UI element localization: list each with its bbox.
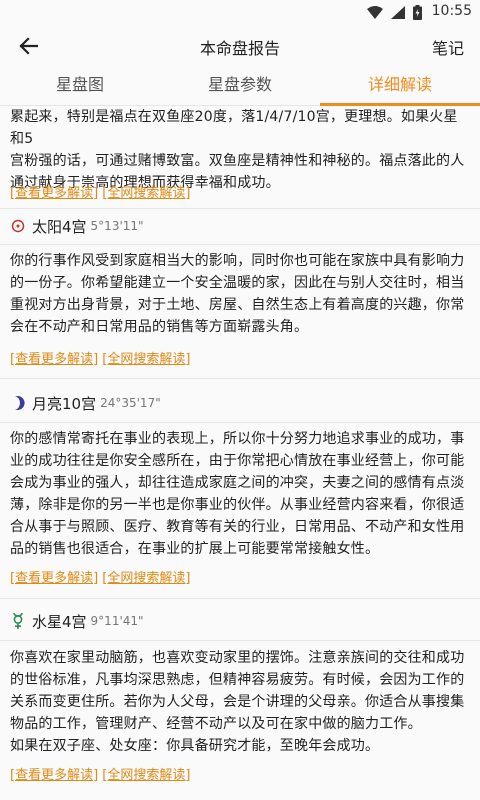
web-search-link[interactable]: [全网搜索解读] <box>102 186 190 201</box>
divider <box>0 422 480 423</box>
view-more-link[interactable]: [查看更多解读] <box>10 186 98 201</box>
section-degree: 9°11'41" <box>90 614 144 628</box>
view-more-link[interactable]: [查看更多解读] <box>10 768 98 783</box>
paragraph-line: 的世俗标准，凡事均深思熟虑，但精神容易疲劳。有时候，会因为工作的 <box>10 672 465 688</box>
sun-icon <box>10 217 26 235</box>
tab-chart[interactable]: 星盘图 <box>0 68 160 105</box>
tab-detailed-reading[interactable]: 详细解读 <box>320 68 480 106</box>
paragraph-line: 你的感情常寄托在事业的表现上，所以你十分努力地追求事业的成功，事 <box>10 431 465 447</box>
paragraph-line: 薄，除非是你的另一半也是你事业的伙伴。从事业经营内容来看，你很适 <box>10 497 465 513</box>
mercury-links: [查看更多解读] [全网搜索解读] <box>10 766 190 786</box>
wifi-icon <box>367 5 383 19</box>
paragraph-line: 会成为事业的强人，却往往造成家庭之间的冲突，夫妻之间的感情有点淡 <box>10 475 465 491</box>
section-header-sun: 太阳4宫 5°13'11" <box>10 214 144 238</box>
paragraph-line: 品的销售也很适合，在事业的扩展上可能要常常接触女性。 <box>10 541 380 557</box>
section-header-mercury: 水星4宫 9°11'41" <box>10 609 144 633</box>
section-title: 太阳4宫 <box>32 217 87 236</box>
paragraph-line: 关系而变更住所。若你为人父母，会是个讲理的父母亲。你适合从事搜集 <box>10 694 465 710</box>
divider <box>0 640 480 641</box>
status-icons <box>367 4 422 20</box>
paragraph-line: 如果在双子座、处女座：你具备研究才能，至晚年会成功。 <box>10 738 380 754</box>
paragraph-line: 业的成功往往是你安全感所在，由于你常把心情放在事业经营上，你可能 <box>10 453 465 469</box>
section-degree: 5°13'11" <box>90 219 144 233</box>
mercury-icon <box>10 612 26 630</box>
tab-parameters[interactable]: 星盘参数 <box>160 68 320 105</box>
paragraph-line: 重视对方出身背景，对于土地、房屋、自然生态上有着高度的兴趣，你常 <box>10 297 465 313</box>
notes-button[interactable]: 笔记 <box>432 35 464 59</box>
moon-links: [查看更多解读] [全网搜索解读] <box>10 569 190 589</box>
web-search-link[interactable]: [全网搜索解读] <box>102 352 190 367</box>
divider <box>0 598 480 599</box>
paragraph-line: 你喜欢在家里动脑筋，也喜欢变动家里的摆饰。注意亲族间的交往和成功 <box>10 650 465 666</box>
sun-paragraph: 你的行事作风受到家庭相当大的影响，同时你也可能在家族中具有影响力 的一份子。你希… <box>10 250 468 338</box>
intro-links: [查看更多解读] [全网搜索解读] <box>10 184 190 204</box>
web-search-link[interactable]: [全网搜索解读] <box>102 571 190 586</box>
intro-line: 累起来，特别是福点在双鱼座20度，落1/4/7/10宫，更理想。如果火星和5 <box>10 109 458 147</box>
status-time: 10:55 <box>431 3 472 19</box>
app-bar: 本命盘报告 笔记 <box>0 24 480 68</box>
section-title: 水星4宫 <box>32 612 87 631</box>
battery-icon <box>413 4 422 20</box>
divider <box>0 208 480 209</box>
moon-icon <box>10 394 26 412</box>
view-more-link[interactable]: [查看更多解读] <box>10 571 98 586</box>
view-more-link[interactable]: [查看更多解读] <box>10 352 98 367</box>
signal-icon <box>391 5 405 19</box>
paragraph-line: 你的行事作风受到家庭相当大的影响，同时你也可能在家族中具有影响力 <box>10 253 465 269</box>
section-header-moon: 月亮10宫 24°35'17" <box>10 391 161 415</box>
reading-content[interactable]: 累起来，特别是福点在双鱼座20度，落1/4/7/10宫，更理想。如果火星和5 宫… <box>0 106 480 800</box>
status-bar: 10:55 <box>0 0 480 24</box>
paragraph-line: 合从事于与照顾、医疗、教育等有关的行业，日常用品、不动产和女性用 <box>10 519 465 535</box>
divider <box>0 244 480 245</box>
paragraph-line: 会在不动产和日常用品的销售等方面崭露头角。 <box>10 319 309 335</box>
paragraph-line: 物品的工作，管理财产、经营不动产以及可在家中做的脑力工作。 <box>10 716 422 732</box>
page-title: 本命盘报告 <box>199 39 280 58</box>
intro-paragraph: 累起来，特别是福点在双鱼座20度，落1/4/7/10宫，更理想。如果火星和5 宫… <box>10 106 468 194</box>
section-title: 月亮10宫 <box>32 394 97 413</box>
mercury-paragraph: 你喜欢在家里动脑筋，也喜欢变动家里的摆饰。注意亲族间的交往和成功 的世俗标准，凡… <box>10 647 468 757</box>
moon-paragraph: 你的感情常寄托在事业的表现上，所以你十分努力地追求事业的成功，事 业的成功往往是… <box>10 428 468 560</box>
web-search-link[interactable]: [全网搜索解读] <box>102 768 190 783</box>
paragraph-line: 的一份子。你希望能建立一个安全温暖的家，因此在与别人交往时，相当 <box>10 275 465 291</box>
divider <box>0 378 480 379</box>
section-degree: 24°35'17" <box>100 396 161 410</box>
sun-links: [查看更多解读] [全网搜索解读] <box>10 350 190 370</box>
tab-bar: 星盘图 星盘参数 详细解读 <box>0 68 480 106</box>
intro-line: 宫粉强的话，可通过赌博致富。双鱼座是精神性和神秘的。福点落此的人 <box>10 153 465 169</box>
